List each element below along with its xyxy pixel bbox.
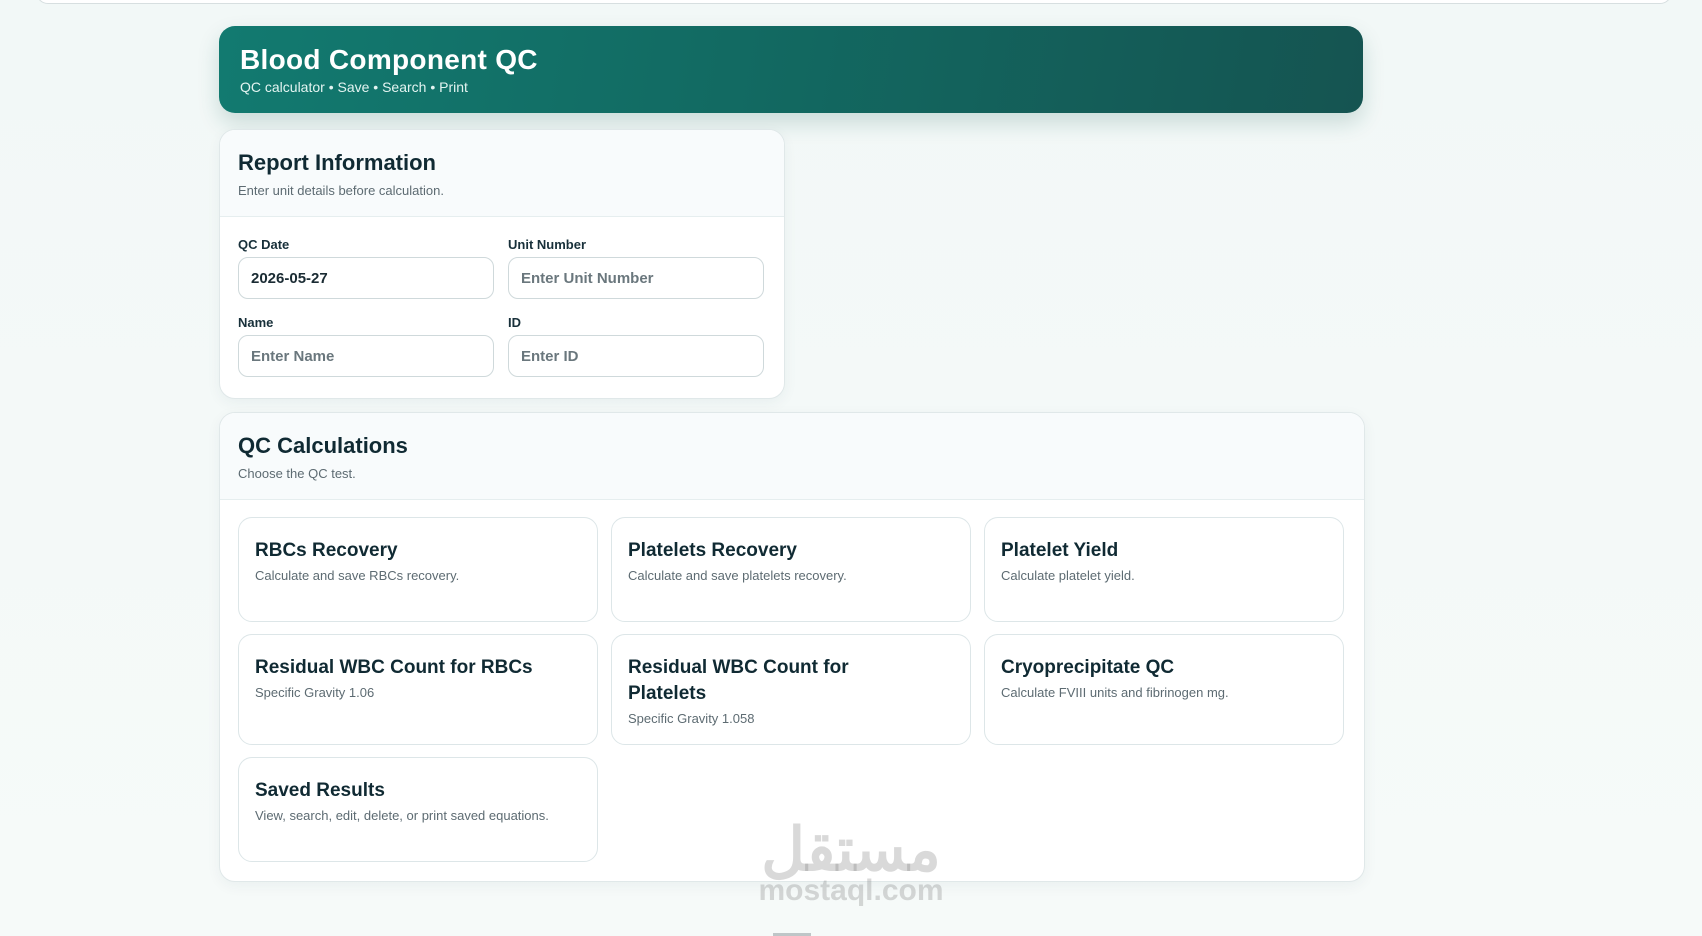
tile-cryoprecipitate-qc[interactable]: Cryoprecipitate QC Calculate FVIII units… — [984, 634, 1344, 745]
mostaql-watermark: مستقل mostaql.com — [748, 820, 954, 906]
tile-platelets-recovery[interactable]: Platelets Recovery Calculate and save pl… — [611, 517, 971, 622]
tile-description: View, search, edit, delete, or print sav… — [255, 808, 549, 823]
browser-top-bar — [36, 0, 1672, 4]
report-hint: Enter unit details before calculation. — [238, 183, 444, 198]
tile-description: Specific Gravity 1.06 — [255, 685, 375, 700]
tile-residual-wbc-rbcs[interactable]: Residual WBC Count for RBCs Specific Gra… — [238, 634, 598, 745]
qc-date-input[interactable] — [238, 257, 494, 299]
calc-title: QC Calculations — [238, 433, 408, 458]
tile-description: Calculate FVIII units and fibrinogen mg. — [1001, 685, 1229, 700]
tile-rbcs-recovery[interactable]: RBCs Recovery Calculate and save RBCs re… — [238, 517, 598, 622]
id-label: ID — [508, 315, 521, 330]
unit-number-label: Unit Number — [508, 237, 586, 252]
tile-description: Calculate and save RBCs recovery. — [255, 568, 460, 583]
watermark-arabic: مستقل — [761, 816, 941, 883]
tile-title: Residual WBC Count for RBCs — [255, 657, 533, 678]
app-title: Blood Component QC — [240, 44, 538, 75]
qc-date-label: QC Date — [238, 237, 290, 252]
report-title: Report Information — [238, 150, 436, 175]
tile-title: Residual WBC Count for Platelets — [628, 657, 849, 704]
app-subtitle: QC calculator • Save • Search • Print — [240, 79, 468, 95]
qc-calculations-card: QC Calculations Choose the QC test. RBCs… — [219, 412, 1365, 882]
tile-title: Saved Results — [255, 780, 385, 801]
tile-title: Platelets Recovery — [628, 540, 797, 561]
report-information-card: Report Information Enter unit details be… — [219, 129, 785, 399]
tile-residual-wbc-platelets[interactable]: Residual WBC Count for Platelets Specifi… — [611, 634, 971, 745]
tile-title: RBCs Recovery — [255, 540, 398, 561]
tile-platelet-yield[interactable]: Platelet Yield Calculate platelet yield. — [984, 517, 1344, 622]
tile-description: Calculate platelet yield. — [1001, 568, 1135, 583]
name-input[interactable] — [238, 335, 494, 377]
unit-number-input[interactable] — [508, 257, 764, 299]
tile-description: Calculate and save platelets recovery. — [628, 568, 847, 583]
watermark-latin: mostaql.com — [758, 874, 944, 907]
tile-title: Platelet Yield — [1001, 540, 1119, 561]
calc-card-header: QC Calculations Choose the QC test. — [220, 413, 1364, 500]
tile-saved-results[interactable]: Saved Results View, search, edit, delete… — [238, 757, 598, 862]
tile-title: Cryoprecipitate QC — [1001, 657, 1175, 678]
id-input[interactable] — [508, 335, 764, 377]
name-label: Name — [238, 315, 274, 330]
calc-hint: Choose the QC test. — [238, 466, 356, 481]
app-header: Blood Component QC QC calculator • Save … — [219, 26, 1363, 113]
report-card-header: Report Information Enter unit details be… — [220, 130, 784, 217]
tile-description: Specific Gravity 1.058 — [628, 711, 755, 726]
